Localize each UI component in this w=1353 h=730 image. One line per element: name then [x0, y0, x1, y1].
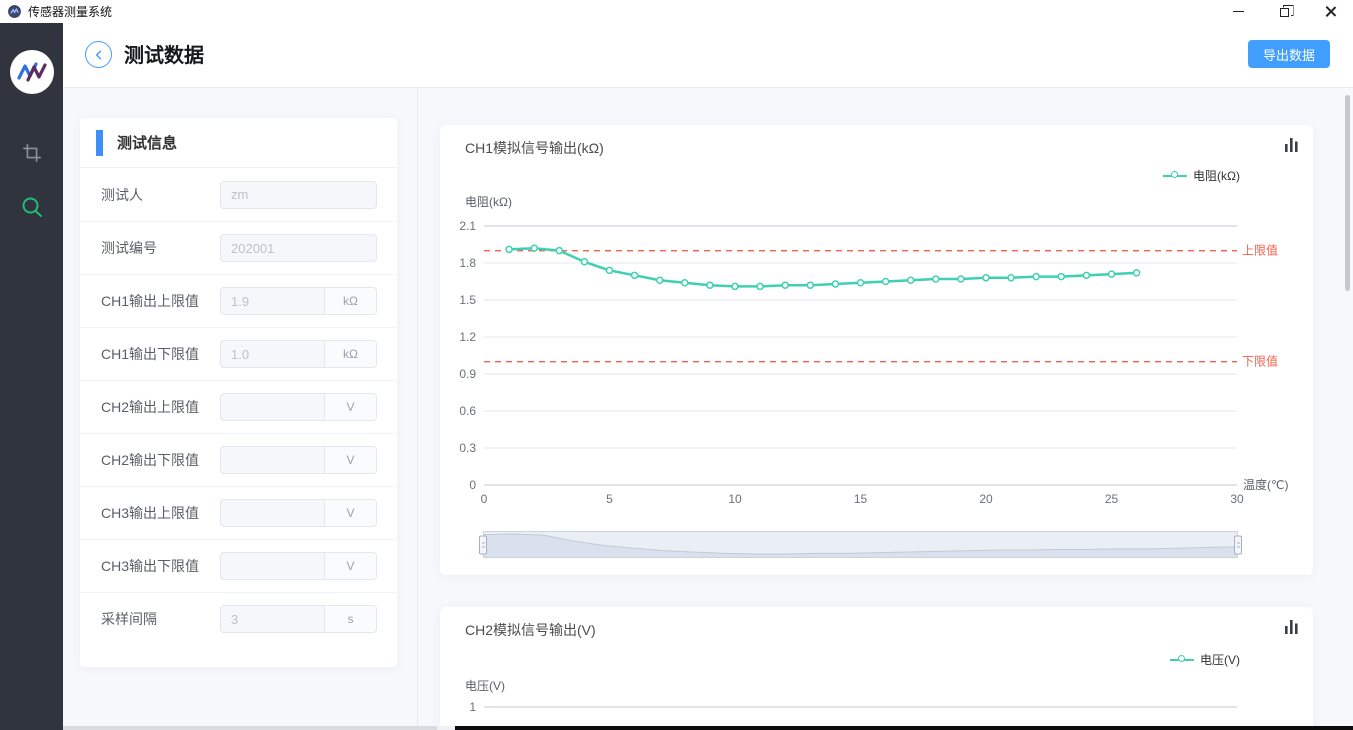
svg-text:1.5: 1.5 — [459, 293, 476, 307]
field-label: CH3输出下限值 — [101, 556, 199, 576]
form-row: 采样间隔 s — [80, 592, 397, 645]
svg-text:1.8: 1.8 — [459, 256, 476, 270]
svg-text:0.9: 0.9 — [459, 367, 476, 381]
form-row: CH1输出上限值 kΩ — [80, 274, 397, 327]
field-input-box: kΩ — [220, 340, 377, 368]
field-unit: V — [324, 394, 376, 420]
svg-text:2.1: 2.1 — [459, 219, 476, 233]
test-info-form: 测试人测试编号CH1输出上限值kΩCH1输出下限值kΩCH2输出上限值VCH2输… — [80, 168, 397, 645]
field-unit: V — [324, 447, 376, 473]
form-row: 测试编号 — [80, 221, 397, 274]
svg-text:0.3: 0.3 — [459, 441, 476, 455]
svg-text:1.2: 1.2 — [459, 330, 476, 344]
page-header: 测试数据 导出数据 — [63, 23, 1353, 88]
field-input[interactable] — [220, 181, 377, 209]
datazoom-right-handle[interactable] — [1234, 535, 1242, 554]
field-input[interactable] — [220, 234, 377, 262]
svg-text:0: 0 — [469, 478, 476, 492]
form-row: CH2输出上限值 V — [80, 380, 397, 433]
minimize-icon — [1233, 11, 1244, 12]
form-row: CH2输出下限值 V — [80, 433, 397, 486]
field-input-box: V — [220, 393, 377, 421]
svg-text:5: 5 — [606, 492, 613, 506]
app-logo[interactable] — [10, 50, 54, 94]
export-data-button[interactable]: 导出数据 — [1248, 40, 1330, 68]
field-label: CH3输出上限值 — [101, 503, 199, 523]
test-info-panel: 测试信息 测试人测试编号 CH1输出上限值 kΩ CH1输出下限值 kΩ CH2输出上限值… — [80, 118, 397, 667]
chevron-left-icon — [92, 48, 106, 62]
bottom-dark-bar — [455, 726, 1353, 730]
svg-text:20: 20 — [979, 492, 993, 506]
field-input-box: V — [220, 552, 377, 580]
ch1-datazoom-slider[interactable] — [483, 531, 1238, 558]
test-info-header: 测试信息 — [80, 118, 397, 168]
field-label: 测试编号 — [101, 238, 157, 258]
ch1-line-chart: 0 0.3 0.6 0.9 1.2 1.5 1.8 2.1 0 5 10 15 20 25 30温度(℃) 上… — [440, 125, 1313, 525]
form-row: CH3输出上限值 V — [80, 486, 397, 539]
datazoom-left-handle[interactable] — [479, 535, 487, 554]
title-bar: 传感器测量系统 — [0, 0, 1353, 23]
svg-text:30: 30 — [1230, 492, 1244, 506]
svg-text:15: 15 — [854, 492, 868, 506]
sidebar — [0, 23, 63, 730]
logo-zigzag-icon — [14, 54, 50, 90]
field-label: 测试人 — [101, 185, 143, 205]
column-divider — [417, 88, 418, 730]
search-icon[interactable] — [20, 195, 44, 219]
ch2-line-chart: 1 — [440, 607, 1313, 730]
vertical-scrollbar-thumb[interactable] — [1345, 95, 1350, 291]
app-icon — [8, 5, 21, 18]
svg-text:10: 10 — [728, 492, 742, 506]
field-unit: kΩ — [324, 288, 376, 314]
accent-bar — [96, 130, 103, 156]
field-label: CH2输出下限值 — [101, 450, 199, 470]
field-unit: V — [324, 553, 376, 579]
form-row: CH3输出下限值 V — [80, 539, 397, 592]
field-label: 采样间隔 — [101, 609, 157, 629]
restore-button[interactable] — [1261, 0, 1307, 23]
field-input-box — [220, 181, 377, 209]
back-button[interactable] — [85, 41, 112, 68]
svg-text:温度(℃): 温度(℃) — [1243, 477, 1288, 492]
app-window: 传感器测量系统 测试数据 导出数据 — [0, 0, 1353, 730]
svg-text:上限值: 上限值 — [1242, 243, 1278, 258]
field-label: CH2输出上限值 — [101, 397, 199, 417]
svg-text:0: 0 — [481, 492, 488, 506]
page-title: 测试数据 — [124, 39, 204, 68]
app-title: 传感器测量系统 — [28, 3, 112, 20]
form-row: 测试人 — [80, 168, 397, 221]
field-unit: kΩ — [324, 341, 376, 367]
field-unit: V — [324, 500, 376, 526]
close-button[interactable] — [1307, 0, 1353, 23]
field-input-box — [220, 234, 377, 262]
content-area: 测试信息 测试人测试编号 CH1输出上限值 kΩ CH1输出下限值 kΩ CH2输出上限值… — [63, 88, 1353, 730]
datazoom-shadow — [484, 532, 1237, 557]
field-label: CH1输出上限值 — [101, 291, 199, 311]
horizontal-scrollbar-thumb[interactable] — [63, 726, 437, 730]
field-unit: s — [324, 606, 376, 632]
field-label: CH1输出下限值 — [101, 344, 199, 364]
horizontal-scrollbar-track — [437, 726, 455, 730]
form-row: CH1输出下限值 kΩ — [80, 327, 397, 380]
field-input-box: V — [220, 446, 377, 474]
crop-icon[interactable] — [22, 143, 42, 163]
restore-icon — [1280, 8, 1289, 17]
field-input-box: V — [220, 499, 377, 527]
svg-text:25: 25 — [1105, 492, 1119, 506]
ch1-chart-card: CH1模拟信号输出(kΩ) 电阻(kΩ) 电阻(kΩ) 00.30.60.91.… — [440, 125, 1313, 575]
close-icon — [1325, 6, 1336, 17]
field-input-box: kΩ — [220, 287, 377, 315]
svg-text:0.6: 0.6 — [459, 404, 476, 418]
svg-text:下限值: 下限值 — [1242, 354, 1278, 369]
ch2-chart-card: CH2模拟信号输出(V) 电压(V) 电压(V) 1 — [440, 607, 1313, 730]
test-info-title: 测试信息 — [117, 132, 177, 153]
field-input-box: s — [220, 605, 377, 633]
minimize-button[interactable] — [1215, 0, 1261, 23]
svg-text:1: 1 — [469, 700, 476, 714]
